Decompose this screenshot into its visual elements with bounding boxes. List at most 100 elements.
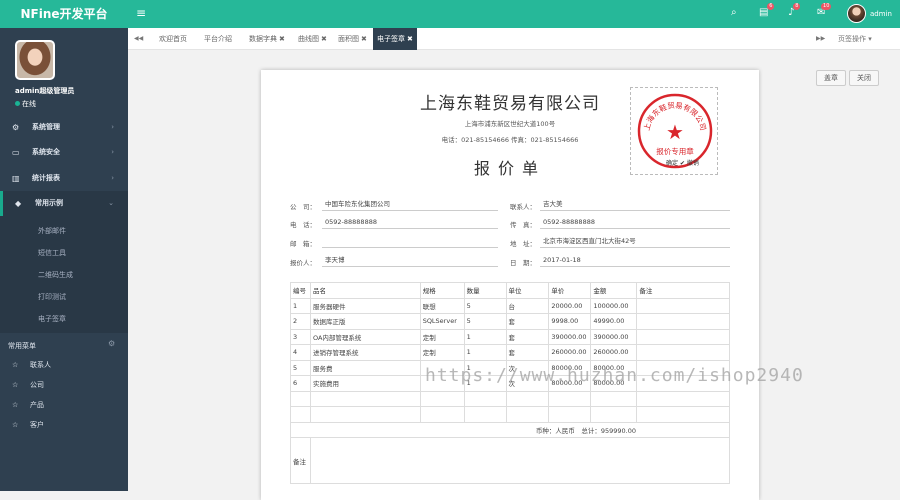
table-cell[interactable]: 49990.00 — [590, 313, 638, 330]
sidebar-item-examples[interactable]: ◆ 常用示例 ⌄ — [0, 191, 128, 216]
table-cell[interactable]: 1 — [290, 297, 311, 314]
table-cell[interactable] — [290, 406, 311, 423]
table-cell[interactable]: OA内部管理系统 — [309, 328, 421, 345]
table-cell[interactable]: 数据库正版 — [309, 313, 421, 330]
sidebar-subitem-seal[interactable]: 电子签章 — [38, 314, 66, 324]
table-cell[interactable] — [463, 390, 507, 407]
table-cell[interactable]: 260000.00 — [590, 344, 638, 361]
tab-next-button[interactable]: ▶▶ — [816, 28, 825, 50]
table-cell[interactable]: 4 — [290, 344, 311, 361]
table-cell[interactable] — [419, 406, 465, 423]
table-cell[interactable] — [505, 406, 550, 423]
email-input[interactable] — [322, 235, 498, 248]
tab-welcome[interactable]: 欢迎首页 — [159, 28, 187, 50]
table-cell[interactable]: 定制 — [419, 344, 465, 361]
quick-item-customer[interactable]: ☆ 客户 — [12, 420, 44, 430]
table-cell[interactable]: 服务器硬件 — [309, 297, 421, 314]
quoter-input[interactable]: 李天博 — [322, 254, 498, 267]
tab-area-chart[interactable]: 面积图 ✖ — [338, 28, 367, 50]
sidebar-subitem-email[interactable]: 外部邮件 — [38, 226, 66, 236]
tab-dictionary[interactable]: 数据字典 ✖ — [249, 28, 285, 50]
bars-icon[interactable]: ≡ — [136, 6, 146, 20]
table-cell[interactable] — [505, 390, 550, 407]
table-cell[interactable]: 实施费用 — [309, 375, 421, 392]
avatar[interactable] — [15, 40, 55, 80]
table-cell[interactable] — [548, 390, 592, 407]
table-cell[interactable]: 20000.00 — [548, 297, 592, 314]
address-input[interactable]: 北京市海淀区西直门北大街42号 — [540, 235, 730, 248]
stamp-button[interactable]: 盖章 — [816, 70, 846, 86]
sidebar-subitem-print[interactable]: 打印测试 — [38, 292, 66, 302]
fax-input[interactable]: 0592-88888888 — [540, 216, 730, 229]
envelope-icon[interactable]: ▤ 6 — [759, 3, 775, 18]
table-cell[interactable] — [636, 297, 730, 314]
seal-actions[interactable]: 确定 ✔ 撤销 — [666, 158, 699, 167]
table-cell[interactable] — [636, 406, 730, 423]
quick-item-contact[interactable]: ☆ 联系人 — [12, 360, 51, 370]
top-username[interactable]: admin — [870, 10, 892, 18]
sidebar-item-statistics[interactable]: ▥ 统计报表 › — [0, 166, 128, 191]
search-icon[interactable]: ⌕ — [731, 7, 737, 18]
table-cell[interactable] — [590, 390, 638, 407]
table-cell[interactable]: 联想 — [419, 297, 465, 314]
table-cell[interactable]: 台 — [505, 297, 550, 314]
close-icon[interactable]: ✖ — [321, 35, 327, 43]
tab-e-seal[interactable]: 电子签章 ✖ — [373, 28, 417, 50]
table-cell[interactable]: 3 — [290, 328, 311, 345]
close-icon[interactable]: ✖ — [407, 35, 413, 43]
table-cell[interactable]: 定制 — [419, 328, 465, 345]
sidebar-username[interactable]: admin超级管理员 — [15, 86, 74, 96]
table-cell[interactable]: 100000.00 — [590, 297, 638, 314]
sidebar-subitem-sms[interactable]: 短信工具 — [38, 248, 66, 258]
table-cell[interactable]: 5 — [463, 313, 507, 330]
table-cell[interactable] — [636, 328, 730, 345]
table-cell[interactable]: 390000.00 — [590, 328, 638, 345]
sidebar-item-system-manage[interactable]: ⚙ 系统管理 › — [0, 115, 128, 140]
table-cell[interactable]: 9998.00 — [548, 313, 592, 330]
table-cell[interactable]: 5 — [290, 359, 311, 376]
table-cell[interactable]: 5 — [463, 297, 507, 314]
table-cell[interactable]: 套 — [505, 313, 550, 330]
table-cell[interactable]: 1 — [463, 344, 507, 361]
close-button[interactable]: 关闭 — [849, 70, 879, 86]
table-cell[interactable]: 260000.00 — [548, 344, 592, 361]
table-cell[interactable] — [636, 390, 730, 407]
table-cell[interactable]: 6 — [290, 375, 311, 392]
quick-item-product[interactable]: ☆ 产品 — [12, 400, 44, 410]
table-cell[interactable]: SQLServer — [419, 313, 465, 330]
table-cell[interactable] — [636, 344, 730, 361]
close-icon[interactable]: ✖ — [361, 35, 367, 43]
table-cell[interactable] — [419, 390, 465, 407]
date-input[interactable]: 2017-01-18 — [540, 254, 730, 267]
gear-icon[interactable]: ⚙ — [108, 339, 115, 348]
sidebar-subitem-qrcode[interactable]: 二维码生成 — [38, 270, 73, 280]
table-cell[interactable]: 套 — [505, 328, 550, 345]
table-cell[interactable] — [590, 406, 638, 423]
table-cell[interactable]: 服务费 — [309, 359, 421, 376]
top-avatar[interactable] — [847, 4, 866, 23]
table-cell[interactable] — [463, 406, 507, 423]
table-cell[interactable]: 套 — [505, 344, 550, 361]
seal-area[interactable]: 上海东鞋贸易有限公司 ★ 报价专用章 确定 ✔ 撤销 — [630, 87, 718, 175]
tab-curve-chart[interactable]: 曲线图 ✖ — [298, 28, 327, 50]
table-cell[interactable]: 390000.00 — [548, 328, 592, 345]
table-cell[interactable]: 进销存管理系统 — [309, 344, 421, 361]
table-cell[interactable] — [290, 390, 311, 407]
bell-icon[interactable]: ♪ 8 — [788, 3, 801, 18]
page-operations-dropdown[interactable]: 页签操作 ▾ — [838, 28, 872, 50]
table-cell[interactable] — [309, 390, 421, 407]
quick-item-company[interactable]: ☆ 公司 — [12, 380, 44, 390]
tab-prev-button[interactable]: ◀◀ — [134, 28, 143, 50]
remark-input[interactable] — [309, 437, 731, 484]
table-cell[interactable] — [636, 313, 730, 330]
tab-platform-intro[interactable]: 平台介绍 — [204, 28, 232, 50]
company-input[interactable]: 中国车险东化集团公司 — [322, 198, 498, 211]
contact-input[interactable]: 吉大美 — [540, 198, 730, 211]
message-icon[interactable]: ✉ 10 — [817, 3, 832, 18]
sidebar-item-system-security[interactable]: ▭ 系统安全 › — [0, 140, 128, 165]
close-icon[interactable]: ✖ — [279, 35, 285, 43]
table-cell[interactable] — [309, 406, 421, 423]
table-cell[interactable]: 2 — [290, 313, 311, 330]
phone-input[interactable]: 0592-88888888 — [322, 216, 498, 229]
table-cell[interactable] — [548, 406, 592, 423]
